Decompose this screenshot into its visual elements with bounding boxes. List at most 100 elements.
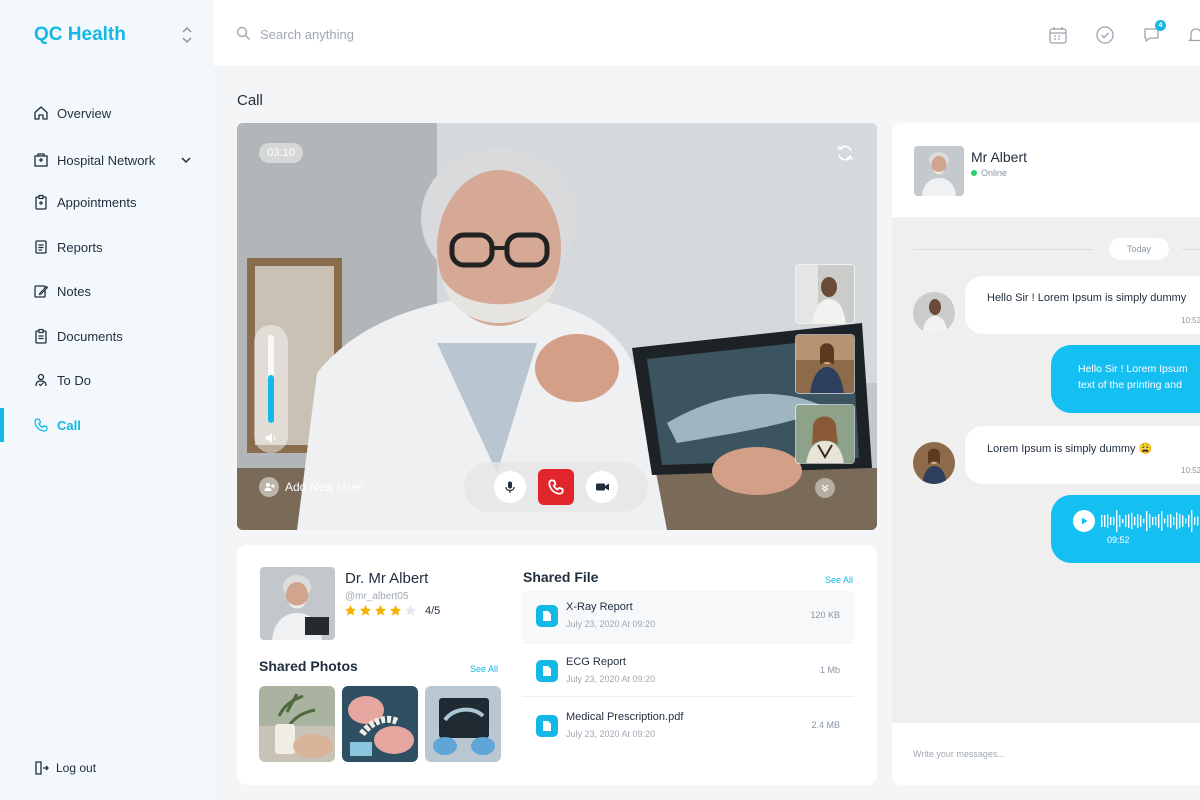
chevron-down-icon[interactable] <box>180 154 192 166</box>
participant-thumbnail[interactable] <box>795 404 855 464</box>
microphone-button[interactable] <box>494 471 526 503</box>
waveform-bar <box>1125 515 1127 527</box>
message-input[interactable] <box>913 745 1193 763</box>
doctor-avatar <box>260 567 335 640</box>
waveform-bar <box>1155 516 1157 526</box>
waveform-bar <box>1128 514 1130 528</box>
bell-icon[interactable] <box>1186 25 1200 45</box>
waveform-bar <box>1173 517 1175 525</box>
video-call-panel: 03:10 Add New User <box>237 123 877 530</box>
clipboard-icon <box>33 194 49 210</box>
voice-waveform[interactable] <box>1101 507 1200 535</box>
sidebar-item-label: Appointments <box>57 194 137 210</box>
sidebar-item-reports[interactable]: Reports <box>0 230 214 264</box>
sidebar-item-label: Overview <box>57 105 112 121</box>
end-call-button[interactable] <box>538 469 574 505</box>
waveform-bar <box>1185 518 1187 524</box>
chat-panel: Mr Albert Online Today Hello Sir ! Lorem… <box>892 123 1200 785</box>
contact-avatar <box>914 146 964 196</box>
waveform-bar <box>1191 510 1193 532</box>
message-time: 10:52 <box>1181 466 1200 475</box>
call-timer: 03:10 <box>259 143 303 163</box>
file-row[interactable]: X-Ray Report July 23, 2020 At 09:20 120 … <box>522 591 854 641</box>
sidebar-item-label: Call <box>57 417 81 433</box>
file-row[interactable]: ECG Report July 23, 2020 At 09:20 1 Mb <box>522 646 854 696</box>
shared-photos-see-all-link[interactable]: See All <box>470 664 498 674</box>
divider <box>913 249 1093 250</box>
search-input[interactable] <box>260 22 660 46</box>
waveform-bar <box>1122 518 1124 524</box>
rating-text: 4/5 <box>425 604 441 617</box>
calendar-icon[interactable] <box>1048 25 1068 45</box>
sidebar-item-notes[interactable]: Notes <box>0 274 214 308</box>
waveform-bar <box>1167 514 1169 528</box>
sidebar-item-hospital-network[interactable]: Hospital Network <box>0 143 214 177</box>
participant-thumbnail[interactable] <box>795 334 855 394</box>
sidebar-item-label: Documents <box>57 328 123 344</box>
sidebar-item-label: To Do <box>57 372 91 388</box>
contact-name: Mr Albert <box>971 149 1028 165</box>
video-toggle-button[interactable] <box>586 471 618 503</box>
message-text: Lorem Ipsum is simply dummy 😩 <box>987 443 1153 455</box>
waveform-bar <box>1194 517 1196 525</box>
star-icon <box>344 604 357 616</box>
workspace-switch-icon[interactable] <box>180 25 194 45</box>
file-row[interactable]: Medical Prescription.pdf July 23, 2020 A… <box>522 701 854 751</box>
file-size: 1 Mb <box>819 665 840 675</box>
waveform-bar <box>1149 514 1151 528</box>
message-line: text of the printing and <box>1078 379 1182 391</box>
chevron-down-icon[interactable] <box>815 478 835 498</box>
star-icon <box>374 604 387 616</box>
shared-photo[interactable] <box>342 686 418 762</box>
messages-icon[interactable]: 4 <box>1142 20 1166 45</box>
switch-camera-icon[interactable] <box>835 143 855 163</box>
incoming-message: Hello Sir ! Lorem Ipsum is simply dummy … <box>965 276 1200 334</box>
divider <box>1182 249 1200 250</box>
sidebar: QC Health Overview Hospital Network Appo… <box>0 0 214 800</box>
home-icon <box>33 105 49 121</box>
video-camera-icon <box>595 483 609 491</box>
waveform-bar <box>1101 515 1103 527</box>
file-icon <box>536 605 558 627</box>
incoming-message: Lorem Ipsum is simply dummy 😩 10:52 <box>965 426 1200 484</box>
file-date: July 23, 2020 At 09:20 <box>566 674 656 684</box>
file-date: July 23, 2020 At 09:20 <box>566 729 656 739</box>
sidebar-item-overview[interactable]: Overview <box>0 96 214 130</box>
star-icon <box>389 604 402 616</box>
outgoing-message: Hello Sir ! Lorem Ipsum text of the print… <box>1051 345 1200 413</box>
shared-photo[interactable] <box>425 686 501 762</box>
shared-files-see-all-link[interactable]: See All <box>825 575 853 585</box>
page-title: Call <box>237 92 263 109</box>
divider <box>522 696 854 697</box>
shared-photo[interactable] <box>259 686 335 762</box>
day-separator: Today <box>1109 238 1169 260</box>
check-circle-icon[interactable] <box>1095 25 1115 45</box>
sidebar-item-to-do[interactable]: To Do <box>0 363 214 397</box>
add-new-user-button[interactable]: Add New User <box>259 477 362 497</box>
play-icon[interactable] <box>1073 510 1095 532</box>
participant-thumbnail[interactable] <box>795 264 855 324</box>
waveform-bar <box>1164 518 1166 524</box>
add-user-label: Add New User <box>285 480 363 494</box>
sidebar-item-appointments[interactable]: Appointments <box>0 185 214 219</box>
online-status: Online <box>971 168 1007 178</box>
volume-fill <box>268 374 274 423</box>
logout-label: Log out <box>56 761 97 775</box>
message-text: Hello Sir ! Lorem Ipsum text of the print… <box>1078 361 1188 393</box>
voice-message: 09:52 <box>1051 495 1200 563</box>
microphone-icon <box>505 481 515 493</box>
shared-files-title: Shared File <box>523 569 599 585</box>
sidebar-item-call[interactable]: Call <box>0 408 214 442</box>
shared-photos-title: Shared Photos <box>259 658 358 674</box>
divider <box>522 642 854 643</box>
volume-slider[interactable] <box>254 325 288 453</box>
message-line: Hello Sir ! Lorem Ipsum <box>1078 363 1188 375</box>
message-avatar <box>913 442 955 484</box>
logout-button[interactable]: Log out <box>34 760 96 776</box>
message-text: Hello Sir ! Lorem Ipsum is simply dummy <box>987 292 1187 304</box>
sidebar-item-documents[interactable]: Documents <box>0 319 214 353</box>
waveform-bar <box>1113 516 1115 526</box>
volume-track[interactable] <box>268 335 274 423</box>
waveform-bar <box>1188 514 1190 528</box>
waveform-bar <box>1116 510 1118 532</box>
